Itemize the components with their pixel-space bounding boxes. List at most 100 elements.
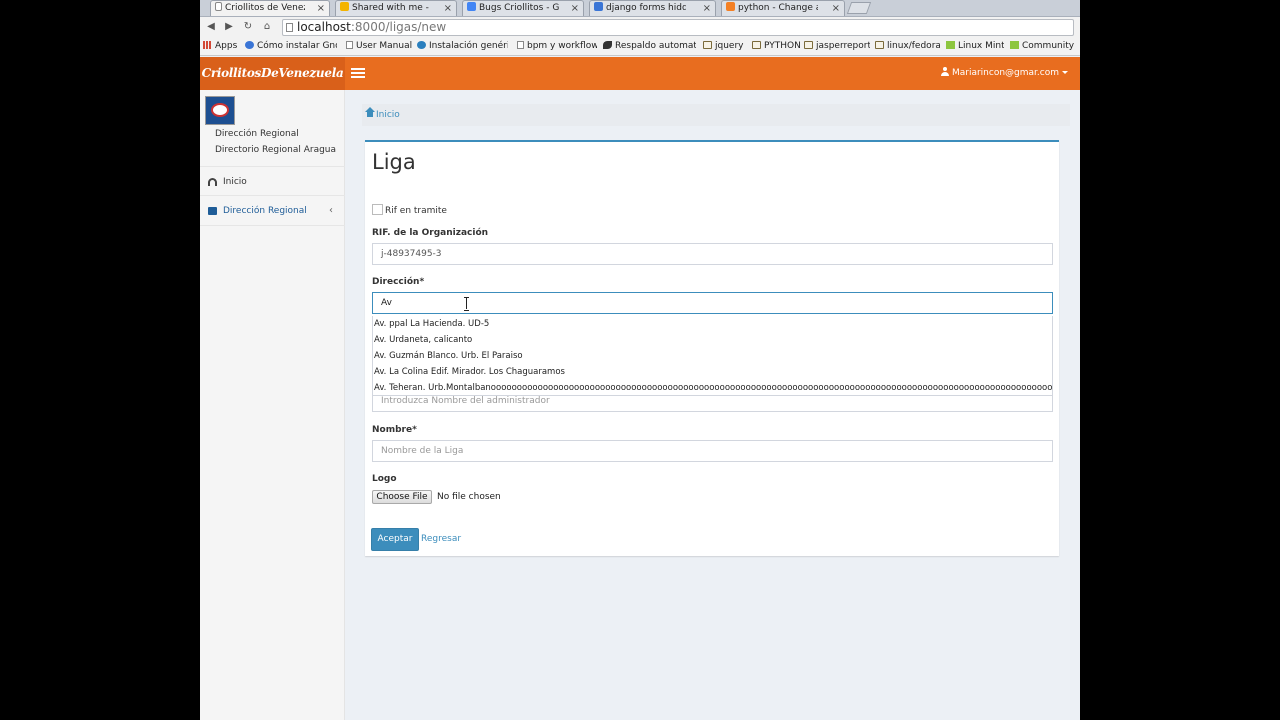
- folder-icon: [703, 41, 712, 49]
- rif-tramite-label: Rif en tramite: [385, 206, 447, 216]
- tab-title: Shared with me - Goog: [352, 3, 432, 13]
- folder-icon: [208, 207, 217, 215]
- address-bar: ◀ ▶ ↻ ⌂ localhost:8000/ligas/new: [200, 17, 1080, 38]
- autocomplete-item[interactable]: Av. Guzmán Blanco. Urb. El Paraiso: [373, 348, 1052, 364]
- browser-window: Criollitos de Venezuela × Shared with me …: [200, 0, 1080, 720]
- mint-icon: [946, 41, 955, 49]
- nombre-label: Nombre*: [372, 425, 417, 435]
- google-icon: [245, 41, 254, 49]
- close-icon[interactable]: ×: [444, 1, 452, 16]
- home-icon[interactable]: ⌂: [260, 20, 274, 34]
- sidebar-item-direccion-regional[interactable]: Dirección Regional ‹: [200, 196, 345, 226]
- close-icon[interactable]: ×: [571, 1, 579, 16]
- rif-tramite-checkbox[interactable]: [372, 204, 383, 215]
- logo-label: Logo: [372, 474, 397, 484]
- bookmark-label: User Manual: [356, 41, 412, 51]
- bookmark-label: jquery: [715, 41, 744, 51]
- bookmark[interactable]: linux/fedora: [875, 40, 940, 53]
- browser-tab[interactable]: django forms hidden fi ×: [589, 0, 716, 16]
- autocomplete-item[interactable]: Av. Teheran. Urb.Montalbanoooooooooooooo…: [373, 380, 1052, 396]
- browser-tab[interactable]: python - Change a dja ×: [721, 0, 845, 16]
- breadcrumb: Inicio: [362, 104, 1070, 126]
- autocomplete-list: Av. ppal La Hacienda. UD-5 Av. Urdaneta,…: [372, 316, 1053, 396]
- stackoverflow-icon: [726, 2, 735, 11]
- browser-tab[interactable]: Criollitos de Venezuela ×: [210, 0, 330, 16]
- bookmarks-bar: Apps Cómo instalar Gnom User Manual Inst…: [200, 38, 1080, 56]
- close-icon[interactable]: ×: [317, 1, 325, 16]
- back-icon[interactable]: ◀: [204, 20, 218, 34]
- folder-icon: [875, 41, 884, 49]
- bookmark-label: Linux Mint: [958, 41, 1004, 51]
- org-subtitle: Directorio Regional Aragua: [215, 145, 337, 155]
- back-link[interactable]: Regresar: [421, 534, 461, 544]
- sidebar-item-label: Dirección Regional: [223, 206, 307, 216]
- bookmark[interactable]: Respaldo automatic: [603, 40, 696, 53]
- sidebar-item-inicio[interactable]: Inicio: [200, 166, 345, 196]
- folder-icon: [752, 41, 761, 49]
- breadcrumb-home-link[interactable]: Inicio: [376, 110, 400, 120]
- bookmark-label: Cómo instalar Gnom: [257, 41, 337, 51]
- tab-title: Criollitos de Venezuela: [225, 3, 305, 13]
- bookmark-label: Instalación genéric: [429, 41, 508, 51]
- bookmark[interactable]: jasperreport: [804, 40, 870, 53]
- page-icon: [286, 23, 293, 32]
- text-cursor-icon: [464, 297, 470, 311]
- direccion-input[interactable]: Av: [372, 292, 1053, 314]
- bookmark-label: Community: [1022, 41, 1075, 51]
- bookmark[interactable]: Instalación genéric: [417, 40, 508, 53]
- rif-input[interactable]: j-48937495-3: [372, 243, 1053, 265]
- chevron-left-icon: ‹: [329, 205, 333, 216]
- rif-tramite-row: Rif en tramite: [372, 204, 447, 217]
- tab-title: Bugs Criollitos - Google: [479, 3, 559, 13]
- close-icon[interactable]: ×: [703, 1, 711, 16]
- rif-label: RIF. de la Organización: [372, 228, 489, 238]
- bookmark[interactable]: Cómo instalar Gnom: [245, 40, 337, 53]
- choose-file-button[interactable]: Choose File: [372, 490, 432, 504]
- bookmark[interactable]: jquery: [703, 40, 748, 53]
- sidebar-item-label: Inicio: [223, 177, 247, 187]
- bookmark-apps[interactable]: Apps: [203, 40, 241, 53]
- bookmark[interactable]: Community: [1010, 40, 1076, 53]
- autocomplete-item[interactable]: Av. La Colina Edif. Mirador. Los Chaguar…: [373, 364, 1052, 380]
- page-icon: [346, 41, 353, 49]
- organization-logo: [205, 96, 235, 125]
- tab-title: python - Change a dja: [738, 3, 818, 13]
- sidebar: Dirección Regional Directorio Regional A…: [200, 90, 345, 720]
- feather-icon: [603, 41, 612, 49]
- form-box: Liga Rif en tramite RIF. de la Organizac…: [365, 140, 1059, 556]
- bookmark-label: Respaldo automatic: [615, 41, 696, 51]
- bookmark[interactable]: Linux Mint: [946, 40, 1004, 53]
- direccion-label: Dirección*: [372, 277, 425, 287]
- forward-icon[interactable]: ▶: [222, 20, 236, 34]
- browser-tab[interactable]: Shared with me - Goog ×: [335, 0, 457, 16]
- bookmark[interactable]: User Manual: [346, 40, 412, 53]
- page-title: Liga: [372, 150, 416, 174]
- tab-title: django forms hidden fi: [606, 3, 686, 13]
- url-host: localhost: [297, 20, 351, 34]
- user-menu[interactable]: Mariarincon@gmar.com: [940, 57, 1068, 90]
- brand-logo[interactable]: CriollitosDeVenezuela: [200, 57, 345, 90]
- bookmark-label: bpm y workflow: [527, 41, 597, 51]
- reload-icon[interactable]: ↻: [241, 20, 255, 34]
- bookmark[interactable]: bpm y workflow: [517, 40, 597, 53]
- globe-icon: [417, 41, 426, 49]
- url-input[interactable]: localhost:8000/ligas/new: [282, 19, 1074, 36]
- bookmark-label: jasperreport: [816, 41, 870, 51]
- apps-icon: [203, 41, 212, 49]
- submit-button[interactable]: Aceptar: [371, 528, 419, 551]
- autocomplete-item[interactable]: Av. Urdaneta, calicanto: [373, 332, 1052, 348]
- tab-strip: Criollitos de Venezuela × Shared with me …: [200, 0, 1080, 17]
- file-status: No file chosen: [437, 492, 501, 502]
- close-icon[interactable]: ×: [832, 1, 840, 16]
- dashboard-icon: [208, 178, 217, 186]
- nombre-input[interactable]: Nombre de la Liga: [372, 440, 1053, 462]
- org-name: Dirección Regional: [215, 129, 299, 139]
- page-icon: [517, 41, 524, 49]
- direccion-value: Av: [381, 298, 392, 308]
- browser-tab[interactable]: Bugs Criollitos - Google ×: [462, 0, 584, 16]
- bookmark[interactable]: PYTHON: [752, 40, 800, 53]
- home-icon: [365, 107, 375, 118]
- menu-toggle-icon[interactable]: [351, 68, 365, 79]
- new-tab-button[interactable]: [846, 2, 872, 14]
- autocomplete-item[interactable]: Av. ppal La Hacienda. UD-5: [373, 316, 1052, 332]
